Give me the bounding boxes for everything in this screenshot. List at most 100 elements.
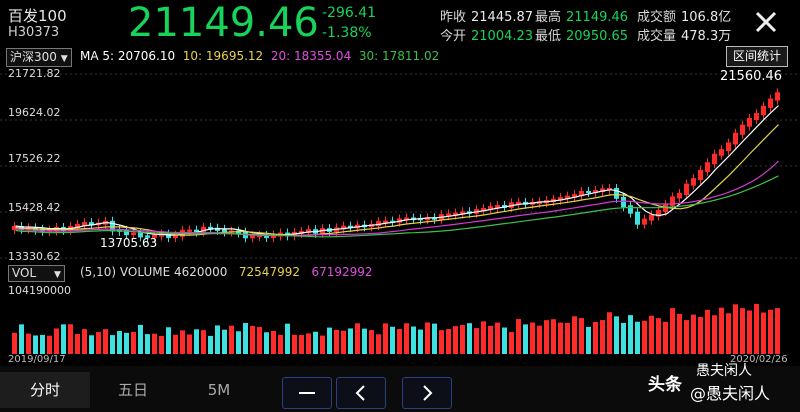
- tab-5m[interactable]: 5M: [176, 372, 262, 408]
- volume-bar: [201, 330, 206, 354]
- volume-bar: [117, 331, 122, 354]
- volume-bar: [572, 316, 577, 354]
- volume-bar: [530, 322, 535, 354]
- volume-bar: [642, 320, 647, 354]
- volume-bar: [264, 332, 269, 354]
- volume-bar: [565, 322, 570, 354]
- volume-bar: [68, 324, 73, 354]
- volume-bar: [439, 330, 444, 354]
- volume-bar: [586, 326, 591, 354]
- stat-turnover: 成交额 106.8亿: [637, 6, 731, 25]
- volume-bar: [208, 335, 213, 354]
- range-stats-button[interactable]: 区间统计: [726, 46, 788, 67]
- volume-bar: [348, 328, 353, 354]
- volume-bar: [446, 329, 451, 354]
- peak-annotation: 21560.46: [720, 69, 783, 84]
- volume-bar: [558, 322, 563, 354]
- price-axis-label: 17526.22: [8, 152, 61, 165]
- volume-value: 4620000: [174, 265, 228, 279]
- volume-bar: [33, 335, 38, 354]
- volume-bar: [278, 334, 283, 354]
- volume-bar: [285, 323, 290, 354]
- index-compare-value: 沪深300: [10, 50, 57, 64]
- scroll-left-button[interactable]: [336, 377, 386, 409]
- ma5-value: MA 5: 20706.10: [80, 49, 176, 63]
- ma10-value: 10: 19695.12: [182, 49, 264, 63]
- volume-bar: [180, 330, 185, 354]
- price-chart[interactable]: [0, 66, 800, 262]
- stat-value: 106.8亿: [681, 10, 732, 25]
- volume-bar: [481, 321, 486, 354]
- volume-bar: [75, 333, 80, 354]
- volume-chart[interactable]: [0, 296, 800, 354]
- volume-bar: [215, 325, 220, 354]
- indicator-value: VOL: [12, 266, 37, 280]
- volume-bar: [495, 322, 500, 354]
- stat-label: 昨收: [440, 10, 467, 25]
- stat-value: 21445.87: [471, 10, 534, 25]
- volume-bar: [411, 326, 416, 354]
- volume-bar: [502, 327, 507, 354]
- volume-bar: [103, 329, 108, 354]
- stat-value: 478.3万: [681, 29, 732, 44]
- volume-bar: [40, 334, 45, 354]
- volume-bar: [628, 315, 633, 354]
- volume-bar: [47, 335, 52, 354]
- volume-bar: [740, 308, 745, 354]
- volume-bar: [537, 325, 542, 354]
- volume-bar: [369, 330, 374, 354]
- volume-bar: [551, 319, 556, 354]
- volume-bar: [656, 318, 661, 354]
- chevron-right-icon: [423, 385, 433, 401]
- stat-label: 成交额: [637, 10, 677, 25]
- close-button[interactable]: [750, 6, 782, 38]
- zoom-out-button[interactable]: [282, 377, 332, 409]
- volume-bar: [145, 334, 150, 354]
- volume-bar: [453, 326, 458, 354]
- stat-label: 最高: [535, 10, 562, 25]
- volume-bar: [467, 323, 472, 354]
- volume-bar: [509, 332, 514, 354]
- volume-bar: [684, 320, 689, 354]
- volume-params: (5,10): [80, 265, 117, 279]
- volume-bar: [579, 318, 584, 354]
- stat-label: 最低: [535, 29, 562, 44]
- volume-bar: [726, 313, 731, 354]
- volume-bar: [355, 323, 360, 354]
- volume-bar: [544, 320, 549, 354]
- price-axis-label: 21721.82: [8, 67, 61, 80]
- watermark-logo-text: 头条: [648, 375, 682, 395]
- volume-legend: (5,10) VOLUME 4620000 72547992 67192992: [80, 265, 373, 279]
- volume-bar: [292, 334, 297, 354]
- tab-five-day[interactable]: 五日: [90, 372, 176, 408]
- volume-bar: [670, 308, 675, 354]
- chevron-down-icon: ▼: [53, 270, 61, 280]
- volume-bar: [390, 326, 395, 354]
- volume-bar: [691, 314, 696, 354]
- volume-bar: [635, 321, 640, 354]
- volume-bar: [474, 328, 479, 354]
- volume-bar: [334, 329, 339, 354]
- stat-label: 成交量: [637, 29, 677, 44]
- volume-bar: [698, 316, 703, 354]
- watermark-handle: @愚夫闲人: [690, 384, 771, 403]
- volume-ma5: 72547992: [238, 265, 300, 279]
- volume-bar: [516, 319, 521, 354]
- volume-bar: [607, 312, 612, 354]
- volume-bar: [173, 334, 178, 354]
- tab-intraday[interactable]: 分时: [0, 372, 90, 408]
- index-code: H30373: [8, 25, 60, 40]
- volume-bar: [775, 308, 780, 354]
- stat-open: 今开 21004.23: [440, 25, 533, 44]
- volume-bar: [222, 329, 227, 354]
- volume-bar: [677, 313, 682, 354]
- volume-bar: [747, 310, 752, 354]
- scroll-right-button[interactable]: [402, 377, 452, 409]
- moving-average-line: [15, 160, 779, 237]
- volume-bar: [89, 335, 94, 354]
- index-compare-select[interactable]: 沪深300 ▼: [6, 48, 72, 67]
- price-change-percent: -1.38%: [322, 25, 372, 41]
- indicator-select[interactable]: VOL ▼: [8, 265, 65, 282]
- volume-bar: [768, 309, 773, 354]
- volume-bar: [733, 304, 738, 354]
